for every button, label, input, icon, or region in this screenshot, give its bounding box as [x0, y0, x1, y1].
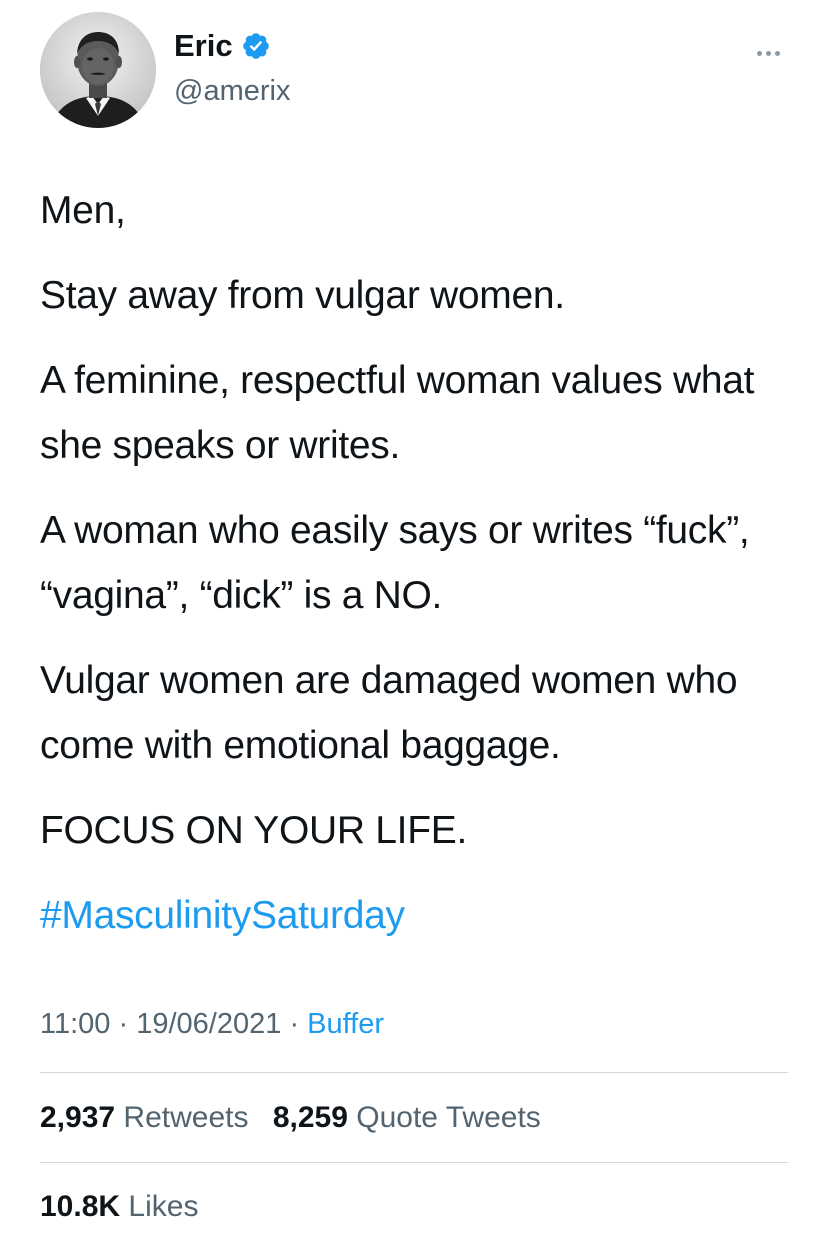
tweet-time[interactable]: 11:00: [40, 1008, 110, 1040]
author-name-row: Eric: [174, 30, 271, 61]
tweet-paragraph: A feminine, respectful woman values what…: [40, 359, 755, 467]
likes-stat[interactable]: 10.8K Likes: [40, 1187, 198, 1227]
retweets-stat[interactable]: 2,937 Retweets: [40, 1098, 248, 1138]
tweet-source-link[interactable]: Buffer: [307, 1008, 384, 1040]
tweet-paragraph: Stay away from vulgar women.: [40, 274, 565, 317]
tweet-paragraph: Vulgar women are damaged women who come …: [40, 659, 738, 767]
tweet-detail: Eric @amerix Men, Stay away from vulgar …: [0, 0, 828, 1251]
retweets-label: Retweets: [123, 1101, 249, 1134]
likes-count: 10.8K: [40, 1190, 121, 1223]
meta-separator: ·: [118, 1008, 129, 1040]
divider: [40, 1072, 788, 1073]
tweet-text: Men, Stay away from vulgar women. A femi…: [40, 178, 800, 968]
quote-tweets-stat[interactable]: 8,259 Quote Tweets: [273, 1098, 541, 1138]
author-display-name[interactable]: Eric: [174, 30, 233, 61]
author-handle[interactable]: @amerix: [174, 74, 290, 109]
tweet-paragraph: A woman who easily says or writes “fuck”…: [40, 509, 750, 617]
avatar[interactable]: [40, 12, 156, 128]
tweet-date[interactable]: 19/06/2021: [136, 1008, 281, 1040]
verified-badge-icon: [241, 31, 271, 61]
retweets-count: 2,937: [40, 1101, 116, 1134]
more-options-button[interactable]: [746, 38, 790, 68]
likes-label: Likes: [128, 1190, 199, 1223]
more-horizontal-icon: [756, 50, 762, 56]
avatar-portrait-image: [40, 12, 156, 128]
hashtag-link[interactable]: #MasculinitySaturday: [40, 894, 405, 937]
quote-tweets-count: 8,259: [272, 1101, 348, 1134]
more-horizontal-icon-dot: [774, 50, 780, 56]
tweet-meta: 11:00 · 19/06/2021 · Buffer: [40, 1004, 384, 1044]
quote-tweets-label: Quote Tweets: [356, 1101, 541, 1134]
divider: [40, 1162, 788, 1163]
tweet-header: Eric @amerix: [40, 12, 790, 130]
meta-separator: ·: [289, 1008, 300, 1040]
likes-stats-row: 10.8K Likes: [40, 1187, 214, 1227]
tweet-paragraph: FOCUS ON YOUR LIFE.: [40, 809, 467, 852]
more-horizontal-icon-dot: [765, 50, 771, 56]
tweet-paragraph: Men,: [40, 189, 126, 232]
engagement-stats-row: 2,937 Retweets 8,259 Quote Tweets: [40, 1098, 557, 1138]
